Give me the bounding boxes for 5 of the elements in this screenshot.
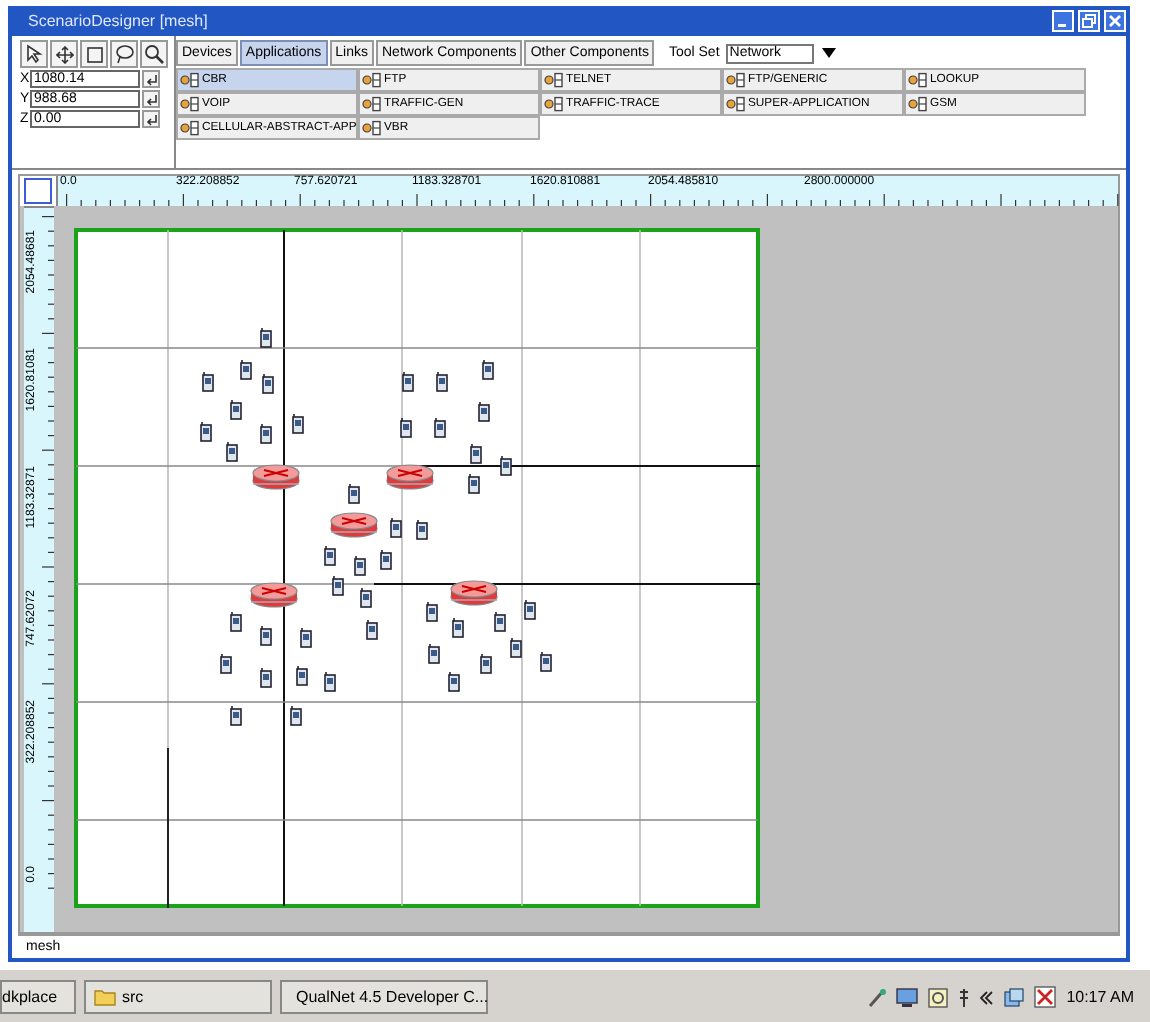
- clock-text: 10:17 AM: [1066, 988, 1134, 1006]
- window-title: ScenarioDesigner [mesh]: [28, 12, 210, 30]
- taskbar-button[interactable]: dkplace: [0, 980, 76, 1014]
- taskbar-button[interactable]: QualNet 4.5 Developer C...: [280, 980, 488, 1014]
- taskbar-button[interactable]: src: [84, 980, 272, 1014]
